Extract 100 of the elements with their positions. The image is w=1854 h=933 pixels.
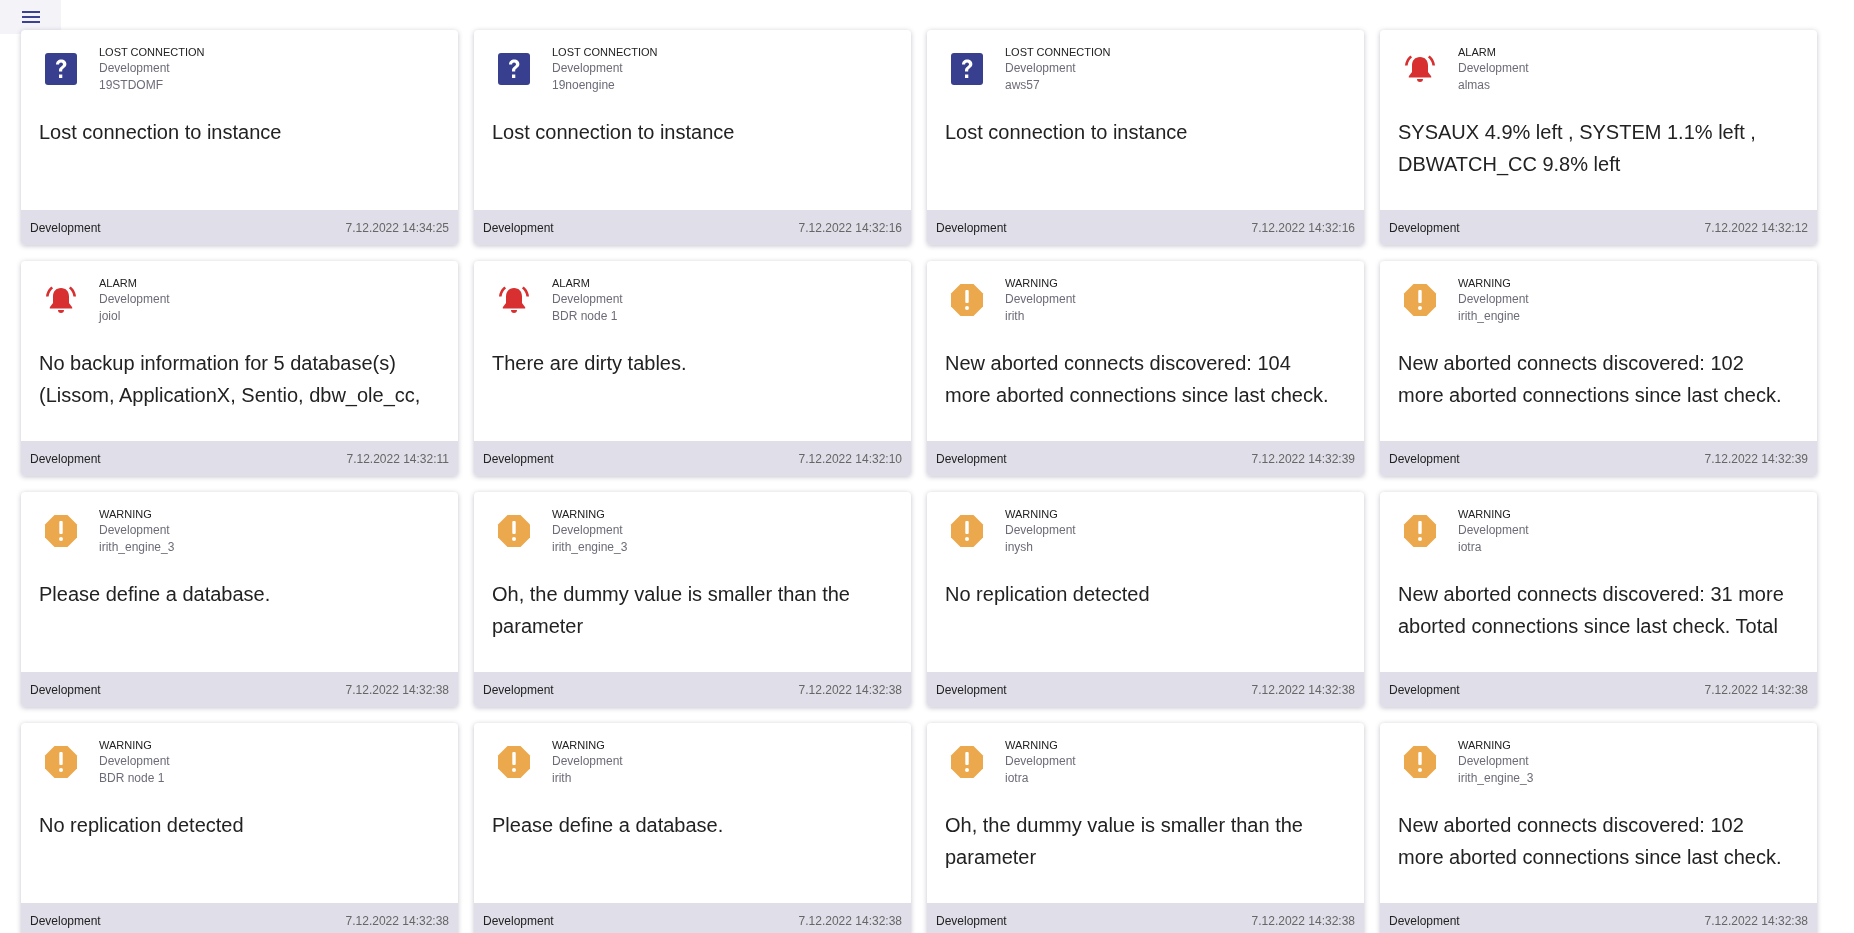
alert-type: LOST CONNECTION bbox=[552, 46, 658, 58]
footer-group: Development bbox=[30, 451, 101, 466]
alert-type: WARNING bbox=[1458, 277, 1512, 289]
exclamation-octagon-icon bbox=[1402, 513, 1438, 549]
footer-group: Development bbox=[1389, 220, 1460, 235]
exclamation-octagon-icon bbox=[949, 513, 985, 549]
instance-name: iotra bbox=[1458, 540, 1483, 554]
alert-type: WARNING bbox=[1005, 508, 1059, 520]
instance-name: irith bbox=[1005, 309, 1026, 323]
timestamp: 7.12.2022 14:32:38 bbox=[345, 682, 449, 697]
footer-group: Development bbox=[30, 220, 101, 235]
alert-message: Lost connection to instance bbox=[492, 120, 736, 145]
instance-name: 19STDOMF bbox=[99, 78, 164, 92]
instance-name: BDR node 1 bbox=[99, 771, 166, 785]
group-name: Development bbox=[99, 292, 170, 306]
alert-message: There are dirty tables. bbox=[492, 351, 688, 376]
timestamp: 7.12.2022 14:32:38 bbox=[345, 913, 449, 928]
alert-type: WARNING bbox=[1005, 739, 1059, 751]
exclamation-octagon-icon bbox=[1402, 282, 1438, 318]
timestamp: 7.12.2022 14:32:39 bbox=[1251, 451, 1355, 466]
instance-name: irith_engine bbox=[1458, 309, 1522, 323]
footer-group: Development bbox=[30, 682, 101, 697]
menu-button[interactable] bbox=[0, 0, 61, 34]
timestamp: 7.12.2022 14:32:38 bbox=[798, 913, 902, 928]
instance-name: joiol bbox=[99, 309, 122, 323]
alert-message: Oh, the dummy value is smaller than the parameter bbox=[945, 813, 1304, 870]
group-name: Development bbox=[552, 754, 623, 768]
instance-name: aws57 bbox=[1005, 78, 1041, 92]
footer-group: Development bbox=[936, 682, 1007, 697]
question-icon bbox=[496, 51, 532, 87]
group-name: Development bbox=[1458, 754, 1530, 768]
timestamp: 7.12.2022 14:32:11 bbox=[346, 451, 449, 466]
footer-group: Development bbox=[936, 451, 1007, 466]
exclamation-octagon-icon bbox=[949, 282, 985, 318]
footer-group: Development bbox=[483, 913, 554, 928]
alert-type: ALARM bbox=[99, 277, 138, 289]
alert-message: Please define a database. bbox=[492, 813, 725, 838]
group-name: Development bbox=[1005, 523, 1076, 537]
alert-type: WARNING bbox=[1458, 739, 1512, 751]
timestamp: 7.12.2022 14:32:38 bbox=[1704, 913, 1808, 928]
instance-name: iotra bbox=[1005, 771, 1030, 785]
timestamp: 7.12.2022 14:32:16 bbox=[798, 220, 902, 235]
alert-type: ALARM bbox=[552, 277, 591, 289]
exclamation-octagon-icon bbox=[43, 513, 79, 549]
instance-name: 19noengine bbox=[552, 78, 616, 92]
timestamp: 7.12.2022 14:32:38 bbox=[1251, 913, 1355, 928]
alert-type: WARNING bbox=[552, 739, 606, 751]
alert-type: WARNING bbox=[1458, 508, 1512, 520]
alert-message: Please define a database. bbox=[39, 582, 272, 607]
instance-name: almas bbox=[1458, 78, 1491, 92]
footer-group: Development bbox=[936, 913, 1007, 928]
instance-name: irith bbox=[552, 771, 573, 785]
footer-group: Development bbox=[1389, 682, 1460, 697]
menu-icon bbox=[21, 10, 40, 24]
group-name: Development bbox=[1458, 292, 1529, 306]
footer-group: Development bbox=[483, 220, 554, 235]
group-name: Development bbox=[1458, 61, 1529, 75]
question-icon bbox=[949, 51, 985, 87]
group-name: Development bbox=[552, 292, 623, 306]
exclamation-octagon-icon bbox=[949, 744, 985, 780]
footer-group: Development bbox=[30, 913, 101, 928]
timestamp: 7.12.2022 14:32:38 bbox=[1251, 682, 1355, 697]
group-name: Development bbox=[552, 61, 624, 75]
alert-message: New aborted connects discovered: 104 more aborted connections since last check. bbox=[945, 351, 1330, 408]
instance-name: inysh bbox=[1005, 540, 1034, 554]
alert-type: ALARM bbox=[1458, 46, 1497, 58]
alert-message: New aborted connects discovered: 102 more aborted connections since last check. bbox=[1398, 813, 1783, 870]
footer-group: Development bbox=[1389, 451, 1460, 466]
group-name: Development bbox=[99, 523, 171, 537]
alert-message: No replication detected bbox=[39, 813, 245, 838]
footer-group: Development bbox=[936, 220, 1007, 235]
footer-group: Development bbox=[483, 682, 554, 697]
group-name: Development bbox=[1005, 61, 1077, 75]
timestamp: 7.12.2022 14:32:39 bbox=[1704, 451, 1808, 466]
alert-message: Oh, the dummy value is smaller than the parameter bbox=[492, 582, 851, 639]
group-name: Development bbox=[1005, 754, 1076, 768]
group-name: Development bbox=[1005, 292, 1076, 306]
alert-type: WARNING bbox=[99, 739, 153, 751]
alert-message: Lost connection to instance bbox=[39, 120, 283, 145]
footer-group: Development bbox=[483, 451, 554, 466]
footer-group: Development bbox=[1389, 913, 1460, 928]
group-name: Development bbox=[552, 523, 624, 537]
alert-message: Lost connection to instance bbox=[945, 120, 1189, 145]
alert-message: No backup information for 5 database(s) (Lissom, ApplicationX, Sentio, dbw_ole_cc, bbox=[39, 351, 422, 409]
alert-message: New aborted connects discovered: 102 more aborted connections since last check. bbox=[1398, 351, 1783, 408]
group-name: Development bbox=[1458, 523, 1529, 537]
timestamp: 7.12.2022 14:32:38 bbox=[1704, 682, 1808, 697]
instance-name: BDR node 1 bbox=[552, 309, 619, 323]
instance-name: irith_engine_3 bbox=[99, 540, 175, 554]
exclamation-octagon-icon bbox=[1402, 744, 1438, 780]
timestamp: 7.12.2022 14:34:25 bbox=[345, 220, 449, 235]
timestamp: 7.12.2022 14:32:12 bbox=[1704, 220, 1808, 235]
instance-name: irith_engine_3 bbox=[1458, 771, 1534, 785]
alert-type: WARNING bbox=[1005, 277, 1059, 289]
question-icon bbox=[43, 51, 79, 87]
alert-type: LOST CONNECTION bbox=[99, 46, 205, 58]
alert-type: LOST CONNECTION bbox=[1005, 46, 1111, 58]
timestamp: 7.12.2022 14:32:38 bbox=[798, 682, 902, 697]
timestamp: 7.12.2022 14:32:10 bbox=[798, 451, 902, 466]
group-name: Development bbox=[99, 61, 171, 75]
